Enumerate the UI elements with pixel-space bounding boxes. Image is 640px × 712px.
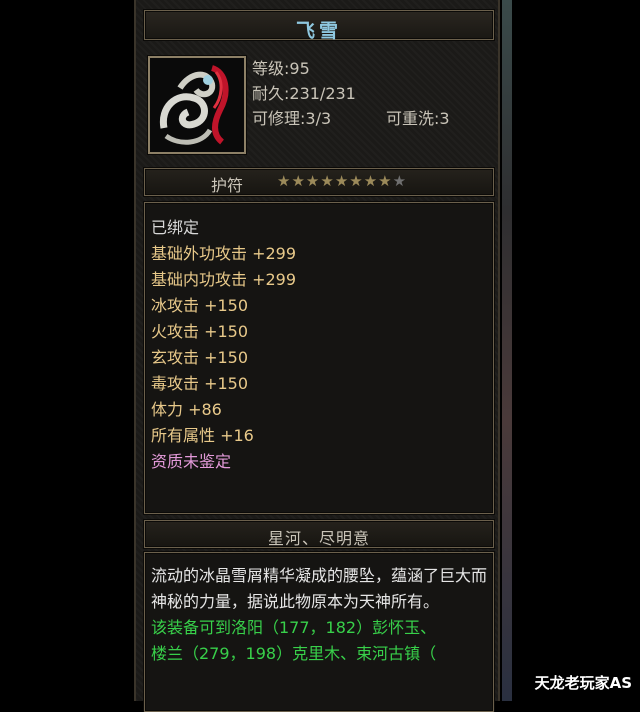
watermark: 天龙老玩家AS [534, 674, 632, 692]
attr-poison-attack: 毒攻击 +150 [151, 374, 249, 393]
star-icon: ★ [320, 172, 335, 190]
feather-pendant-icon [150, 58, 244, 152]
durability-stat: 耐久:231/231 [252, 84, 356, 103]
rewashable-stat: 可重洗:3 [386, 109, 450, 128]
item-basic-stats: 等级:95 耐久:231/231 可修理:3/3 可重洗:3 [252, 56, 450, 131]
attr-stamina: 体力 +86 [151, 400, 222, 419]
attributes-box: 已绑定 基础外功攻击 +299 基础内功攻击 +299 冰攻击 +150 火攻击… [144, 202, 494, 514]
star-rating: ★★★★★★★★★ [277, 172, 407, 190]
attr-base-ext-attack: 基础外功攻击 +299 [151, 244, 297, 263]
item-title-bar: 飞雪 [144, 10, 494, 42]
description-box: 流动的冰晶雪屑精华凝成的腰坠，蕴涵了巨大而神秘的力量，据说此物原本为天神所有。 … [144, 552, 494, 712]
attr-all-attributes: 所有属性 +16 [151, 426, 254, 445]
level-stat: 等级:95 [252, 59, 310, 78]
star-icon: ★ [291, 172, 306, 190]
attr-ice-attack: 冰攻击 +150 [151, 296, 249, 315]
item-icon-slot [148, 56, 246, 154]
repair-row: 可修理:3/3 可重洗:3 [252, 106, 450, 131]
star-icon: ★ [349, 172, 364, 190]
star-icon: ★ [305, 172, 321, 190]
attr-fire-attack: 火攻击 +150 [151, 322, 249, 341]
aptitude-status: 资质未鉴定 [151, 452, 232, 471]
item-name: 飞雪 [295, 20, 342, 42]
item-tooltip-panel: 飞雪 等级:95 耐久:231/231 可修理:3/3 可重洗:3 护符 ★★★★… [134, 0, 500, 712]
item-type: 护符 [211, 176, 244, 195]
star-icon: ★ [363, 172, 379, 190]
attr-mystic-attack: 玄攻击 +150 [151, 348, 249, 367]
star-icon: ★ [277, 172, 292, 190]
star-icon: ★ [334, 172, 350, 190]
background-edge [502, 0, 512, 701]
obtain-info-line-2: 楼兰（279，198）克里木、束河古镇（ [151, 644, 437, 663]
bound-status: 已绑定 [151, 218, 200, 237]
item-type-bar: 护符 ★★★★★★★★★ [144, 168, 494, 196]
repairable-stat: 可修理:3/3 [252, 109, 332, 128]
star-icon: ★ [378, 172, 393, 190]
star-empty-icon: ★ [392, 172, 408, 190]
item-description: 流动的冰晶雪屑精华凝成的腰坠，蕴涵了巨大而神秘的力量，据说此物原本为天神所有。 [151, 566, 488, 611]
set-name: 星河、尽明意 [267, 529, 370, 548]
attr-base-int-attack: 基础内功攻击 +299 [151, 270, 297, 289]
obtain-info-line-1: 该装备可到洛阳（177，182）彭怀玉、 [151, 618, 437, 637]
set-name-bar: 星河、尽明意 [144, 520, 494, 548]
